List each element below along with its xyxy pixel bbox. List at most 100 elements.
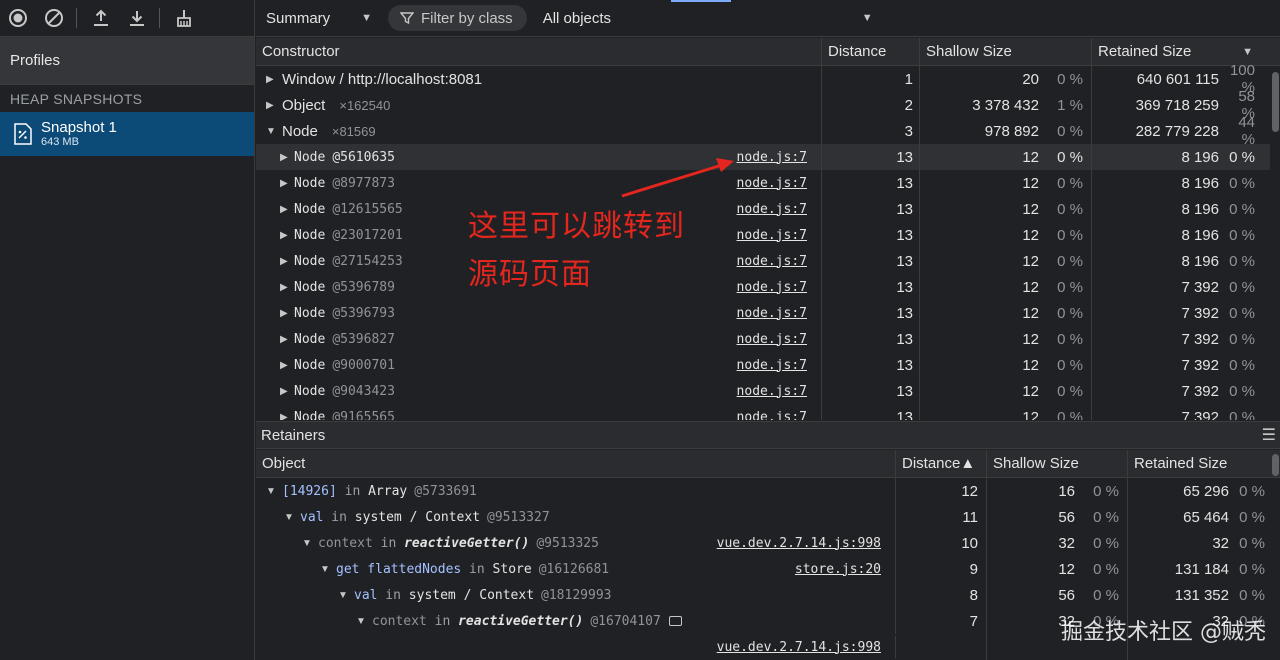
table-row[interactable]: ▶ Window / http://localhost:8081 1 20 0 % 640… bbox=[256, 62, 1280, 96]
table-row[interactable]: ▼ context in reactiveGetter() @9513325 vue.… bbox=[256, 530, 1280, 556]
expanded-triangle-icon[interactable]: ▼ bbox=[266, 126, 280, 137]
class-filter-input[interactable]: Filter by class bbox=[388, 5, 527, 31]
column-header-retained-size[interactable]: Retained Size bbox=[1128, 450, 1271, 477]
column-header-distance[interactable]: Distance▲ bbox=[896, 450, 987, 477]
table-row[interactable]: ▶ Node @5396793 node.js:7 13 12 0 % 7 392 0 % bbox=[256, 300, 1280, 326]
source-link[interactable]: node.js:7 bbox=[737, 358, 807, 373]
retained-size-percent: 0 % bbox=[1229, 174, 1255, 192]
table-row[interactable]: ▶ Node @9165565 node.js:7 13 12 0 % 7 392 0 % bbox=[256, 404, 1280, 420]
reveal-icon[interactable] bbox=[668, 616, 682, 626]
snapshot-file-icon bbox=[14, 123, 32, 145]
objects-select[interactable]: All objects ▼ bbox=[543, 10, 873, 27]
collapsed-triangle-icon[interactable]: ▶ bbox=[280, 230, 294, 241]
shallow-size-value: 56 bbox=[1058, 586, 1075, 604]
chevron-down-icon: ▼ bbox=[361, 12, 372, 24]
collapsed-triangle-icon[interactable]: ▶ bbox=[280, 204, 294, 215]
table-row[interactable]: ▶ Node @8977873 node.js:7 13 12 0 % 8 196 0 % bbox=[256, 170, 1280, 196]
scrollbar-thumb[interactable] bbox=[1272, 454, 1279, 476]
view-select[interactable]: Summary ▼ bbox=[266, 10, 386, 27]
record-icon[interactable] bbox=[6, 6, 30, 30]
retainer-object-id: @9513327 bbox=[487, 509, 550, 525]
retained-size-cell: 131 352 0 % bbox=[1128, 582, 1271, 608]
source-link[interactable]: node.js:7 bbox=[737, 306, 807, 321]
collapsed-triangle-icon[interactable]: ▶ bbox=[266, 100, 280, 111]
source-link[interactable]: node.js:7 bbox=[737, 150, 807, 165]
collapsed-triangle-icon[interactable]: ▶ bbox=[280, 334, 294, 345]
scrollbar-thumb[interactable] bbox=[1272, 72, 1279, 132]
shallow-size-value: 12 bbox=[1058, 560, 1075, 578]
table-row[interactable]: ▶ Node @5610635 node.js:7 13 12 0 % 8 196 0 % bbox=[256, 144, 1280, 170]
column-header-retained-size[interactable]: Retained Size ▼ bbox=[1092, 38, 1269, 65]
shallow-size-percent: 0 % bbox=[1057, 330, 1083, 348]
expanded-triangle-icon[interactable]: ▼ bbox=[266, 486, 280, 497]
source-link[interactable]: node.js:7 bbox=[737, 280, 807, 295]
constructor-name: Window / http://localhost:8081 bbox=[282, 70, 483, 88]
expanded-triangle-icon[interactable]: ▼ bbox=[284, 512, 298, 523]
column-header-shallow-size[interactable]: Shallow Size bbox=[920, 38, 1092, 65]
source-link[interactable]: vue.dev.2.7.14.js:998 bbox=[717, 536, 881, 551]
collapsed-triangle-icon[interactable]: ▶ bbox=[280, 308, 294, 319]
retainers-scrollbar[interactable] bbox=[1270, 450, 1280, 660]
source-link[interactable]: node.js:7 bbox=[737, 332, 807, 347]
collapsed-triangle-icon[interactable]: ▶ bbox=[280, 360, 294, 371]
retainer-object-cell: ▼ context in reactiveGetter() @9513325 vue.… bbox=[256, 530, 896, 556]
table-row[interactable]: ▶ Object ×162540 2 3 378 432 1 % 369 718 259 58… bbox=[256, 88, 1280, 122]
profiler-toolbar bbox=[0, 0, 254, 37]
column-header-shallow-size[interactable]: Shallow Size bbox=[987, 450, 1128, 477]
collapsed-triangle-icon[interactable]: ▶ bbox=[280, 152, 294, 163]
table-row[interactable]: ▶ Node @5396827 node.js:7 13 12 0 % 7 392 0 % bbox=[256, 326, 1280, 352]
retained-size-percent: 0 % bbox=[1229, 226, 1255, 244]
table-row[interactable]: ▶ Node @12615565 node.js:7 13 12 0 % 8 196 0 % bbox=[256, 196, 1280, 222]
shallow-size-cell: 56 0 % bbox=[987, 582, 1128, 608]
collapsed-triangle-icon[interactable]: ▶ bbox=[266, 74, 280, 85]
snapshot-item[interactable]: Snapshot 1 643 MB bbox=[0, 112, 254, 156]
expanded-triangle-icon[interactable]: ▼ bbox=[338, 590, 352, 601]
table-row[interactable]: ▶ Node @27154253 node.js:7 13 12 0 % 8 196 0 % bbox=[256, 248, 1280, 274]
upload-icon[interactable] bbox=[89, 6, 113, 30]
menu-icon[interactable]: ☰ bbox=[1262, 425, 1276, 445]
source-link[interactable]: node.js:7 bbox=[737, 202, 807, 217]
column-header-distance[interactable]: Distance bbox=[822, 38, 920, 65]
node-label: Node bbox=[294, 357, 326, 373]
table-row[interactable]: ▶ Node @23017201 node.js:7 13 12 0 % 8 196 0 % bbox=[256, 222, 1280, 248]
shallow-size-percent: 0 % bbox=[1057, 70, 1083, 88]
column-header-object[interactable]: Object bbox=[256, 450, 896, 477]
collapsed-triangle-icon[interactable]: ▶ bbox=[280, 282, 294, 293]
expanded-triangle-icon[interactable]: ▼ bbox=[320, 564, 334, 575]
download-icon[interactable] bbox=[125, 6, 149, 30]
source-link[interactable]: node.js:7 bbox=[737, 176, 807, 191]
table-row[interactable]: ▼ get flattedNodes in Store @16126681 store… bbox=[256, 556, 1280, 582]
source-link[interactable]: store.js:20 bbox=[795, 562, 881, 577]
retainer-object-name: reactiveGetter() bbox=[404, 535, 530, 551]
table-row[interactable]: ▼ [14926] in Array @5733691 12 16 0 % 65 296 0 … bbox=[256, 478, 1280, 504]
shallow-size-value: 12 bbox=[1022, 356, 1039, 374]
retained-size-percent: 0 % bbox=[1229, 304, 1255, 322]
table-row[interactable]: ▶ Node @9000701 node.js:7 13 12 0 % 7 392 0 % bbox=[256, 352, 1280, 378]
garbage-collect-icon[interactable] bbox=[172, 6, 196, 30]
source-link[interactable]: vue.dev.2.7.14.js:998 bbox=[717, 640, 881, 655]
source-link[interactable]: node.js:7 bbox=[737, 384, 807, 399]
column-header-constructor[interactable]: Constructor bbox=[256, 38, 822, 65]
table-row[interactable]: ▼ val in system / Context @18129993 8 56 0 % 1… bbox=[256, 582, 1280, 608]
collapsed-triangle-icon[interactable]: ▶ bbox=[280, 256, 294, 267]
shallow-size-percent: 0 % bbox=[1057, 278, 1083, 296]
retained-size-value: 65 464 bbox=[1183, 508, 1229, 526]
retainer-edge-name: get flattedNodes bbox=[336, 561, 462, 577]
table-row[interactable]: ▼ val in system / Context @9513327 11 56 0 % 6… bbox=[256, 504, 1280, 530]
source-link[interactable]: node.js:7 bbox=[737, 410, 807, 421]
collapsed-triangle-icon[interactable]: ▶ bbox=[280, 178, 294, 189]
table-row[interactable]: ▶ Node @9043423 node.js:7 13 12 0 % 7 392 0 % bbox=[256, 378, 1280, 404]
clear-icon[interactable] bbox=[42, 6, 66, 30]
table-row[interactable]: ▼ Node ×81569 3 978 892 0 % 282 779 228 44 % bbox=[256, 114, 1280, 148]
retainer-in-keyword: in bbox=[426, 613, 459, 629]
constructor-scrollbar[interactable] bbox=[1270, 66, 1280, 420]
expanded-triangle-icon[interactable]: ▼ bbox=[302, 538, 316, 549]
table-row[interactable]: ▶ Node @5396789 node.js:7 13 12 0 % 7 392 0 % bbox=[256, 274, 1280, 300]
shallow-size-cell: 978 892 0 % bbox=[920, 118, 1092, 144]
collapsed-triangle-icon[interactable]: ▶ bbox=[280, 412, 294, 421]
collapsed-triangle-icon[interactable]: ▶ bbox=[280, 386, 294, 397]
heap-snapshots-section-label: HEAP SNAPSHOTS bbox=[10, 90, 143, 107]
source-link[interactable]: node.js:7 bbox=[737, 254, 807, 269]
source-link[interactable]: node.js:7 bbox=[737, 228, 807, 243]
expanded-triangle-icon[interactable]: ▼ bbox=[356, 616, 370, 627]
